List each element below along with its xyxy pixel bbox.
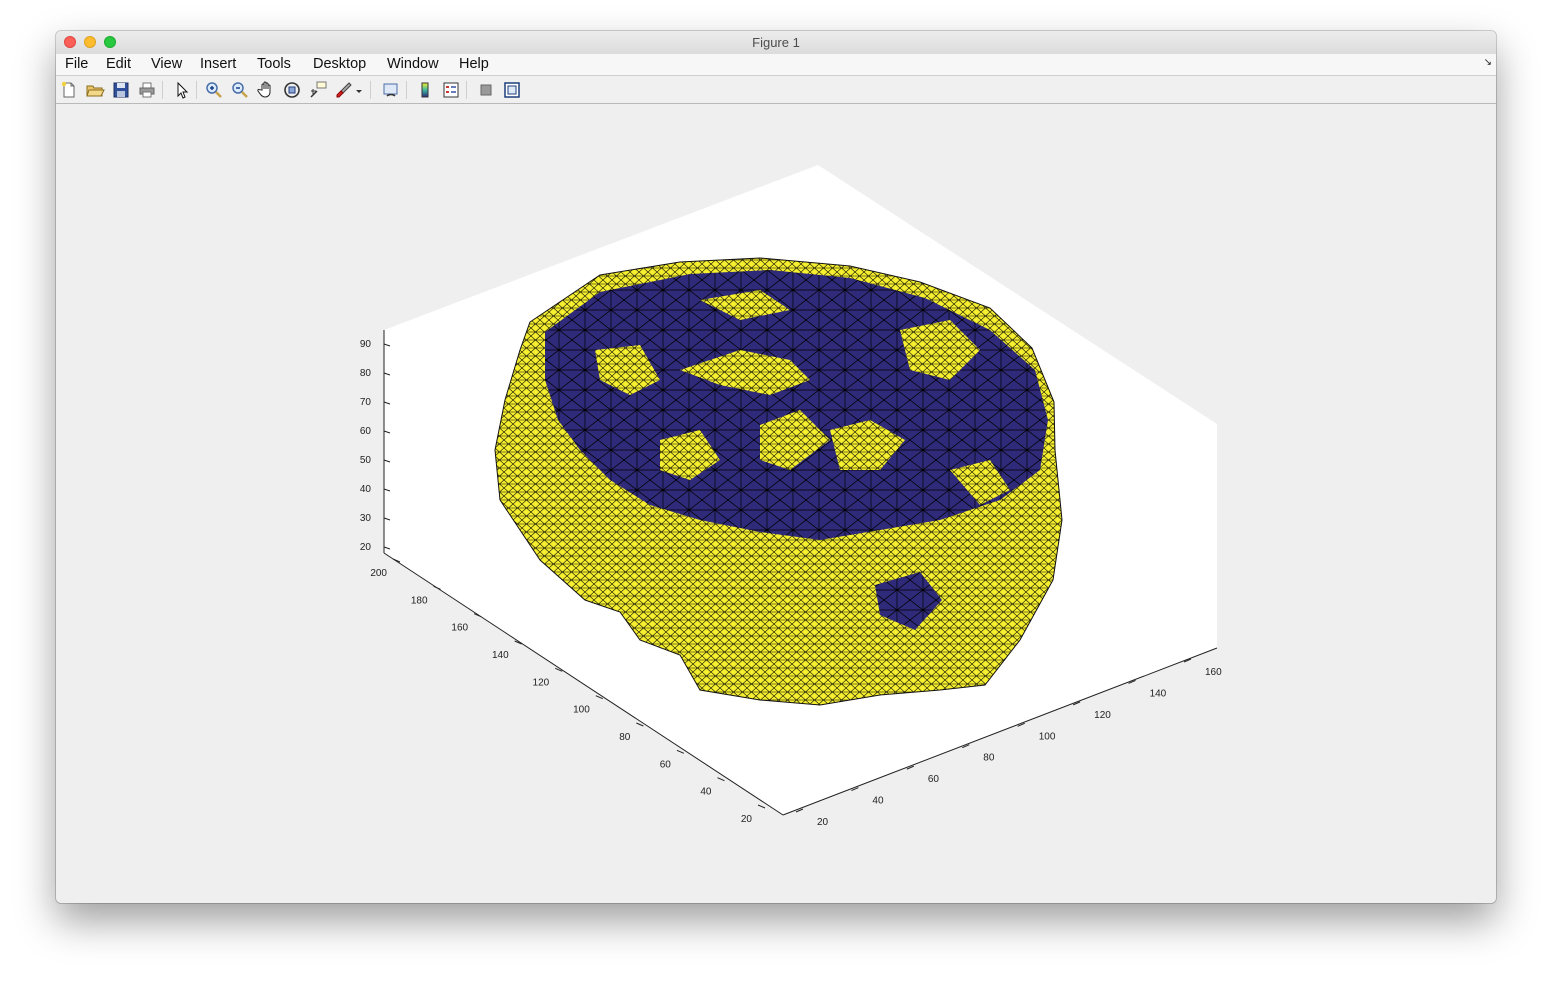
x-axis-tick-label: 120 [1094, 710, 1111, 721]
y-axis-tick-mark [676, 749, 685, 754]
y-axis-tick-mark [717, 777, 725, 782]
y-axis-tick-label: 100 [573, 705, 590, 716]
z-axis-tick-label: 60 [360, 426, 372, 437]
z-axis-tick-label: 80 [360, 368, 372, 379]
x-axis-tick-label: 80 [983, 753, 995, 764]
z-axis-tick-label: 20 [360, 542, 372, 553]
x-axis-tick-label: 100 [1039, 731, 1056, 742]
y-axis-tick-mark [757, 804, 766, 809]
x-axis-tick-label: 60 [928, 774, 940, 785]
y-axis-tick-label: 80 [619, 732, 631, 743]
y-axis-tick-label: 140 [492, 650, 509, 661]
y-axis-tick-label: 40 [700, 787, 712, 798]
y-axis-tick-label: 200 [370, 568, 387, 579]
x-axis-tick-label: 40 [872, 796, 884, 807]
y-axis-tick-label: 20 [741, 814, 753, 825]
z-axis-tick-label: 70 [360, 397, 372, 408]
x-axis-tick-label: 160 [1205, 667, 1222, 678]
plot-canvas[interactable]: 20 30 40 50 60 70 80 90 20 40 60 80 100 120 140 160 180… [0, 0, 1552, 984]
x-axis-tick-label: 20 [817, 817, 829, 828]
y-axis-tick-label: 120 [533, 677, 550, 688]
z-axis-tick-label: 50 [360, 455, 372, 466]
z-axis-tick-label: 90 [360, 339, 372, 350]
z-axis-tick-label: 40 [360, 484, 372, 495]
y-axis-tick-mark [636, 722, 644, 727]
x-axis-tick-label: 140 [1150, 688, 1167, 699]
y-axis-tick-label: 160 [451, 623, 468, 634]
y-axis-tick-label: 180 [411, 595, 428, 606]
y-axis-tick-label: 60 [660, 759, 672, 770]
z-axis-tick-label: 30 [360, 513, 372, 524]
